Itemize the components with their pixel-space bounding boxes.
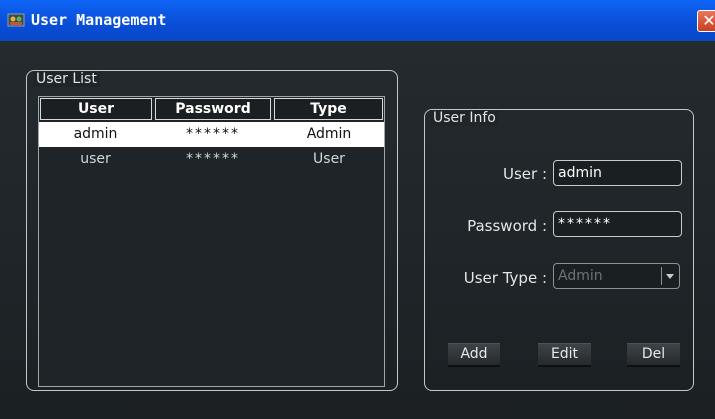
user-info-title: User Info — [430, 110, 499, 126]
table-row-user[interactable]: user ****** User — [39, 147, 384, 172]
cell-type: User — [313, 151, 345, 167]
edit-button[interactable]: Edit — [538, 343, 591, 367]
cell-password: ****** — [186, 126, 240, 142]
user-list-table[interactable]: User Password Type admin ****** Admin us… — [38, 96, 385, 387]
user-type-dropdown[interactable]: Admin — [553, 263, 680, 289]
add-button[interactable]: Add — [448, 343, 500, 367]
user-list-title: User List — [33, 71, 100, 87]
user-label: User : — [502, 165, 547, 183]
cell-user: admin — [73, 126, 118, 142]
chevron-down-icon[interactable] — [661, 267, 677, 285]
close-button[interactable]: ✕ — [697, 10, 715, 32]
cell-password: ****** — [186, 151, 240, 167]
title-bar[interactable]: User Management ✕ — [0, 0, 715, 41]
password-field[interactable]: ****** — [553, 211, 682, 237]
cell-type: Admin — [306, 126, 352, 142]
window-title: User Management — [31, 11, 167, 29]
user-management-window: User Management ✕ User List User Passwor… — [0, 0, 715, 419]
password-label: Password : — [467, 217, 547, 235]
table-row-admin[interactable]: admin ****** Admin — [39, 122, 384, 147]
app-icon — [7, 13, 25, 27]
user-type-value: Admin — [558, 268, 603, 284]
column-header-type[interactable]: Type — [274, 98, 383, 120]
del-button[interactable]: Del — [627, 343, 680, 367]
column-header-password[interactable]: Password — [155, 98, 271, 120]
column-header-user[interactable]: User — [40, 98, 152, 120]
cell-user: user — [80, 151, 111, 167]
user-type-label: User Type : — [463, 269, 547, 287]
user-field[interactable]: admin — [553, 160, 682, 186]
close-icon: ✕ — [702, 11, 715, 30]
